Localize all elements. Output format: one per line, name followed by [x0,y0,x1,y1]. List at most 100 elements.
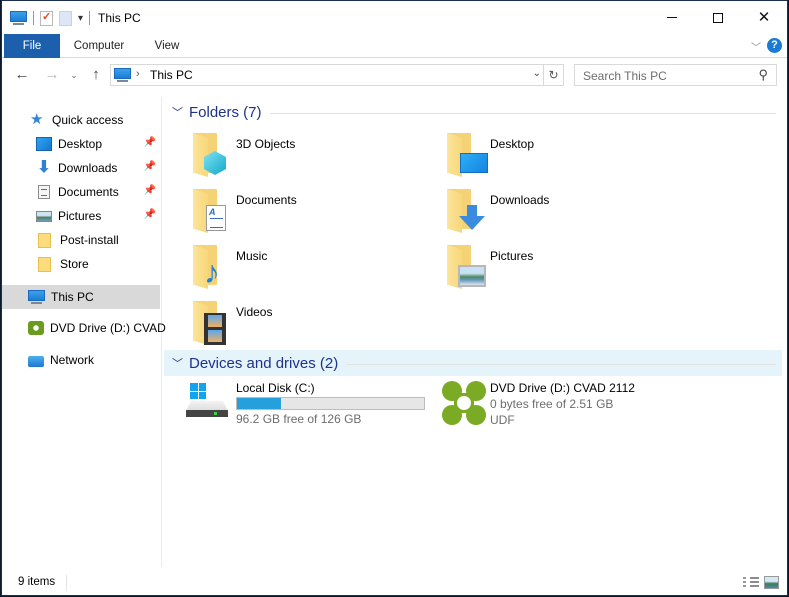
recent-locations-icon[interactable]: ⌄ [64,65,84,85]
group-title: Folders (7) [189,103,262,121]
search-placeholder: Search This PC [583,69,667,83]
group-divider [269,112,776,114]
tab-view[interactable]: View [142,34,192,58]
back-button[interactable]: ← [12,65,32,85]
sidebar-item-desktop[interactable]: Desktop 📌 [2,132,160,156]
status-separator [66,575,67,591]
sidebar-item-label: Post-install [60,233,119,247]
tab-file[interactable]: File [4,34,60,58]
details-view-icon[interactable] [743,577,759,589]
drive-name: Local Disk (C:) [236,381,315,395]
up-button[interactable]: ↑ [86,65,106,85]
refresh-icon[interactable]: ↻ [543,65,563,85]
search-input[interactable]: Search This PC ⚲ [574,64,777,86]
folder-tile-desktop[interactable]: Desktop [444,131,684,179]
toolbar-separator [33,11,34,25]
status-bar: 9 items [2,571,787,595]
search-icon[interactable]: ⚲ [758,67,768,83]
collapse-chevron-icon[interactable]: ﹀ [172,355,183,371]
maximize-icon [713,12,723,23]
sidebar-item-dvd-drive[interactable]: DVD Drive (D:) CVAD [2,316,166,340]
sidebar-item-documents[interactable]: Documents 📌 [2,180,160,204]
folder-label: 3D Objects [236,137,296,151]
address-bar[interactable]: › This PC ⌄ ↻ [110,64,564,86]
sidebar-item-label: Network [50,353,95,367]
forward-button[interactable]: → [42,65,62,85]
group-title: Devices and drives (2) [189,354,339,372]
folder-tile-videos[interactable]: Videos [190,299,430,347]
pin-icon[interactable]: 📌 [144,161,156,172]
breadcrumb-separator[interactable]: › [136,68,140,80]
citrix-dvd-icon [438,379,486,427]
documents-folder-icon [190,187,232,233]
folder-label: Documents [236,193,297,207]
sidebar-item-label: This PC [51,290,94,304]
folder-icon [38,256,51,272]
new-folder-icon[interactable] [59,10,72,26]
drive-name: DVD Drive (D:) CVAD 2112 [490,381,635,395]
drive-filesystem: UDF [490,413,515,427]
help-icon[interactable]: ? [767,38,782,53]
pin-icon[interactable]: 📌 [144,209,156,220]
address-dropdown-icon[interactable]: ⌄ [533,68,541,79]
properties-icon[interactable] [40,10,53,26]
folder-label: Videos [236,305,273,319]
sidebar-item-label: Quick access [52,113,124,127]
sidebar-item-store[interactable]: Store [2,252,160,276]
sidebar-item-label: DVD Drive (D:) CVAD [50,321,166,335]
file-explorer-window: ▾ This PC ✕ File Computer View ﹀ ? ← → ⌄… [1,0,788,596]
navigation-pane: ★ Quick access Desktop 📌 ⬇ Downloads 📌 D… [2,97,166,567]
ribbon-tabs: File Computer View ﹀ ? [2,34,787,58]
expand-ribbon-icon[interactable]: ﹀ [751,39,761,54]
folder-icon [38,232,51,248]
window-title: This PC [98,11,141,25]
quick-access-toolbar: ▾ This PC [10,9,141,27]
sidebar-item-network[interactable]: Network [2,348,160,372]
drive-tile-dvd[interactable]: DVD Drive (D:) CVAD 2112 0 bytes free of… [438,379,678,429]
toolbar-separator [89,11,91,25]
folder-tile-3d-objects[interactable]: 3D Objects [190,131,430,179]
close-button[interactable]: ✕ [741,1,787,34]
folders-group-header[interactable]: ﹀ Folders (7) [164,99,782,125]
sidebar-item-downloads[interactable]: ⬇ Downloads 📌 [2,156,160,180]
breadcrumb-this-pc[interactable]: This PC [150,68,193,82]
this-pc-icon[interactable] [10,11,27,25]
title-bar: ▾ This PC ✕ [2,1,787,34]
minimize-button[interactable] [649,1,695,34]
pictures-icon [36,210,52,222]
large-icons-view-icon[interactable] [764,576,779,589]
sidebar-item-quick-access[interactable]: ★ Quick access [2,108,160,132]
collapse-chevron-icon[interactable]: ﹀ [172,104,183,120]
folder-tile-documents[interactable]: Documents [190,187,430,235]
sidebar-item-this-pc[interactable]: This PC [2,285,160,309]
drive-free-space: 0 bytes free of 2.51 GB [490,397,614,411]
folder-label: Desktop [490,137,535,151]
sidebar-item-label: Documents [58,185,119,199]
3d-objects-folder-icon [190,131,232,177]
devices-group-header[interactable]: ﹀ Devices and drives (2) [164,350,782,376]
desktop-icon [36,137,52,151]
drive-free-space: 96.2 GB free of 126 GB [236,412,362,426]
downloads-icon: ⬇ [37,159,51,176]
folder-tile-downloads[interactable]: Downloads [444,187,684,235]
customize-dropdown-icon[interactable]: ▾ [78,13,83,24]
pin-icon[interactable]: 📌 [144,185,156,196]
maximize-button[interactable] [695,1,741,34]
drive-usage-bar [236,397,425,410]
sidebar-item-post-install[interactable]: Post-install [2,228,160,252]
this-pc-icon [28,290,45,304]
videos-folder-icon [190,299,232,345]
folder-tile-music[interactable]: ♪ Music [190,243,430,291]
sidebar-item-label: Store [60,257,89,271]
dvd-drive-icon [28,321,44,335]
close-icon: ✕ [757,9,771,26]
quick-access-star-icon: ★ [30,111,44,128]
folder-tile-pictures[interactable]: Pictures [444,243,684,291]
sidebar-item-pictures[interactable]: Pictures 📌 [2,204,160,228]
drive-usage-fill [237,398,282,409]
drive-tile-local-disk[interactable]: Local Disk (C:) 96.2 GB free of 126 GB [184,379,425,429]
content-pane: ﹀ Folders (7) 3D Objects Desktop Documen… [164,97,788,567]
pin-icon[interactable]: 📌 [144,137,156,148]
tab-computer[interactable]: Computer [64,34,134,58]
group-divider [346,363,776,365]
